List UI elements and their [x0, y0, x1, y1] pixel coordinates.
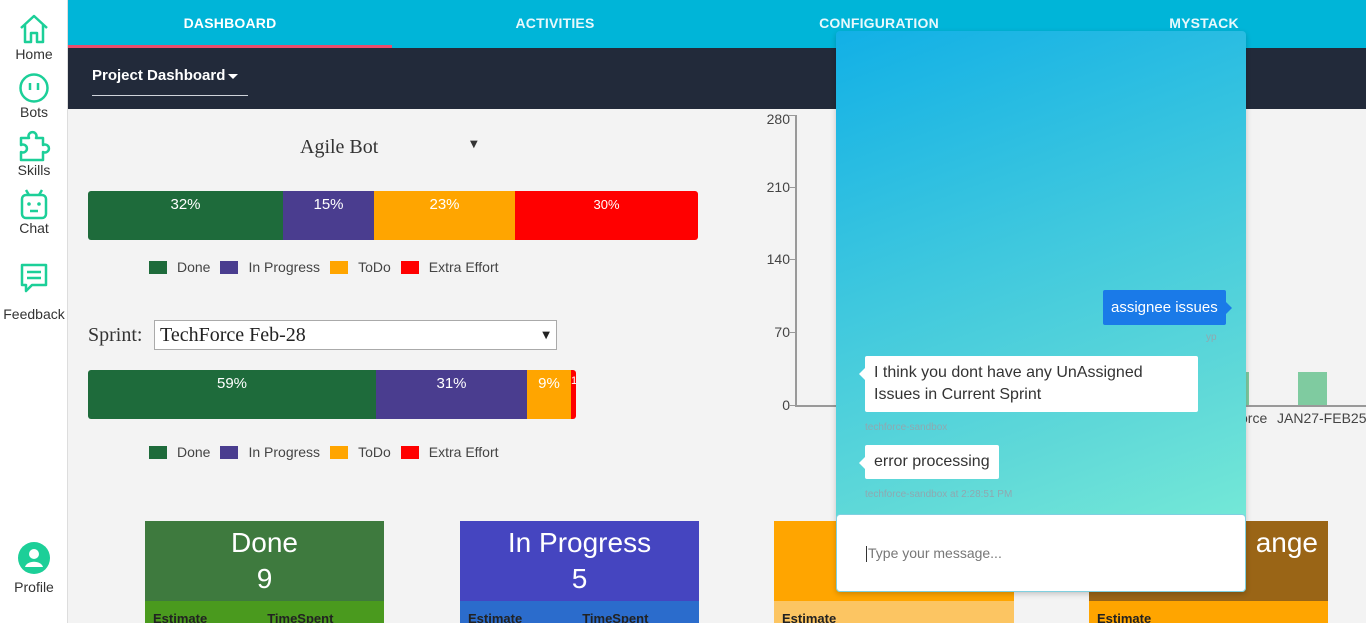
y-tick-label: 210 [766, 179, 790, 195]
progress-segment-extra-effort: 1 [571, 370, 576, 419]
sprint-label: Sprint: [88, 324, 143, 346]
progress-segment-done: 32% [88, 191, 283, 240]
project-select[interactable]: Project Dashboard [92, 62, 248, 96]
sprint-progress-bar: 59% 31% 9% 1 [88, 370, 576, 419]
progress-segment-in-progress: 15% [283, 191, 374, 240]
y-tick-label: 70 [774, 324, 790, 340]
sidebar-item-label: Skills [17, 162, 51, 178]
y-tick-mark [789, 332, 795, 333]
overall-progress-bar: 32% 15% 23% 30% [88, 191, 698, 240]
project-select-value: Project Dashboard [92, 67, 226, 84]
legend-item-in-progress: In Progress [220, 259, 320, 275]
sidebar-item-chat[interactable]: Chat [0, 188, 68, 236]
puzzle-icon [19, 130, 51, 162]
message-meta: techforce-sandbox at 2:28:51 PM [865, 489, 1013, 500]
sidebar-item-skills[interactable]: Skills [0, 130, 68, 178]
user-avatar-icon [18, 542, 50, 574]
legend-item-extra-effort: Extra Effort [400, 444, 499, 460]
robot-face-icon [20, 189, 48, 220]
card-footer: Estimate TimeSpent [145, 601, 384, 623]
tab-activities[interactable]: ACTIVITIES [393, 0, 717, 48]
progress-segment-in-progress: 31% [376, 370, 527, 419]
card-count: 9 [256, 563, 273, 594]
card-title: In Progress [507, 527, 652, 558]
sprint-select-value: TechForce Feb-28 [160, 324, 306, 346]
y-tick-mark [789, 405, 795, 406]
sidebar-item-feedback[interactable]: Feedback [0, 262, 68, 322]
y-tick-mark [789, 115, 795, 116]
sprint-select[interactable]: TechForce Feb-28 ▼ [154, 320, 557, 350]
user-message: assignee issues [1103, 290, 1232, 325]
card-footer: Estimate TimeSpent [460, 601, 699, 623]
card-footer: Estimate [1089, 601, 1328, 623]
message-meta: yp [1206, 332, 1217, 343]
card-title: Done [231, 527, 298, 558]
progress-segment-extra-effort: 30% [515, 191, 698, 240]
sidebar-item-bots[interactable]: Bots [0, 72, 68, 120]
sidebar-item-label: Profile [14, 579, 54, 595]
card-footer: Estimate [774, 601, 1014, 623]
dropdown-arrow-icon: ▼ [470, 139, 478, 150]
message-meta: techforce-sandbox [865, 422, 948, 433]
bot-icon [19, 73, 49, 103]
legend-item-done: Done [149, 259, 210, 275]
chat-panel: assignee issues yp I think you dont have… [836, 31, 1246, 592]
y-tick-mark [789, 187, 795, 188]
legend-item-done: Done [149, 444, 210, 460]
done-card[interactable]: Done 9 Estimate TimeSpent [145, 521, 384, 623]
progress-segment-todo: 9% [527, 370, 571, 419]
legend-item-todo: ToDo [330, 444, 391, 460]
text-cursor [866, 546, 867, 563]
legend-item-todo: ToDo [330, 259, 391, 275]
home-icon [20, 14, 48, 44]
y-tick-mark [789, 259, 795, 260]
legend: Done In Progress ToDo Extra Effort [149, 259, 509, 275]
caret-down-icon [228, 74, 238, 79]
progress-segment-todo: 23% [374, 191, 515, 240]
sidebar-item-label: Chat [19, 220, 49, 236]
y-tick-label: 140 [766, 251, 790, 267]
sidebar-item-label: Home [15, 46, 53, 62]
sidebar-item-label: Bots [19, 104, 48, 120]
bot-message: error processing [859, 445, 999, 479]
chat-input-placeholder: Type your message... [868, 545, 1002, 561]
legend: Done In Progress ToDo Extra Effort [149, 444, 509, 460]
sidebar-item-label: Feedback [3, 306, 65, 322]
sidebar-item-profile[interactable]: Profile [0, 541, 68, 595]
chat-message-input[interactable]: Type your message... [836, 514, 1246, 592]
progress-segment-done: 59% [88, 370, 376, 419]
bot-select[interactable]: Agile Bot ▼ [300, 136, 490, 162]
sidebar: Home Bots Skills Chat Feedback Profile [0, 0, 68, 623]
x-tick-label: JAN27-FEB25 [1277, 410, 1366, 426]
card-count: 5 [571, 563, 588, 594]
legend-item-extra-effort: Extra Effort [400, 259, 499, 275]
tab-dashboard[interactable]: DASHBOARD [68, 0, 392, 48]
message-icon [20, 263, 48, 293]
y-tick-label: 280 [766, 111, 790, 127]
bot-select-value: Agile Bot [300, 136, 379, 158]
bot-message: I think you dont have any UnAssigned Iss… [859, 356, 1198, 412]
legend-item-in-progress: In Progress [220, 444, 320, 460]
chart-bar [1298, 371, 1327, 405]
sidebar-item-home[interactable]: Home [0, 12, 68, 62]
y-tick-label: 0 [782, 397, 790, 413]
dropdown-arrow-icon: ▼ [542, 330, 550, 341]
chart-y-axis [795, 115, 797, 406]
in-progress-card[interactable]: In Progress 5 Estimate TimeSpent [460, 521, 699, 623]
